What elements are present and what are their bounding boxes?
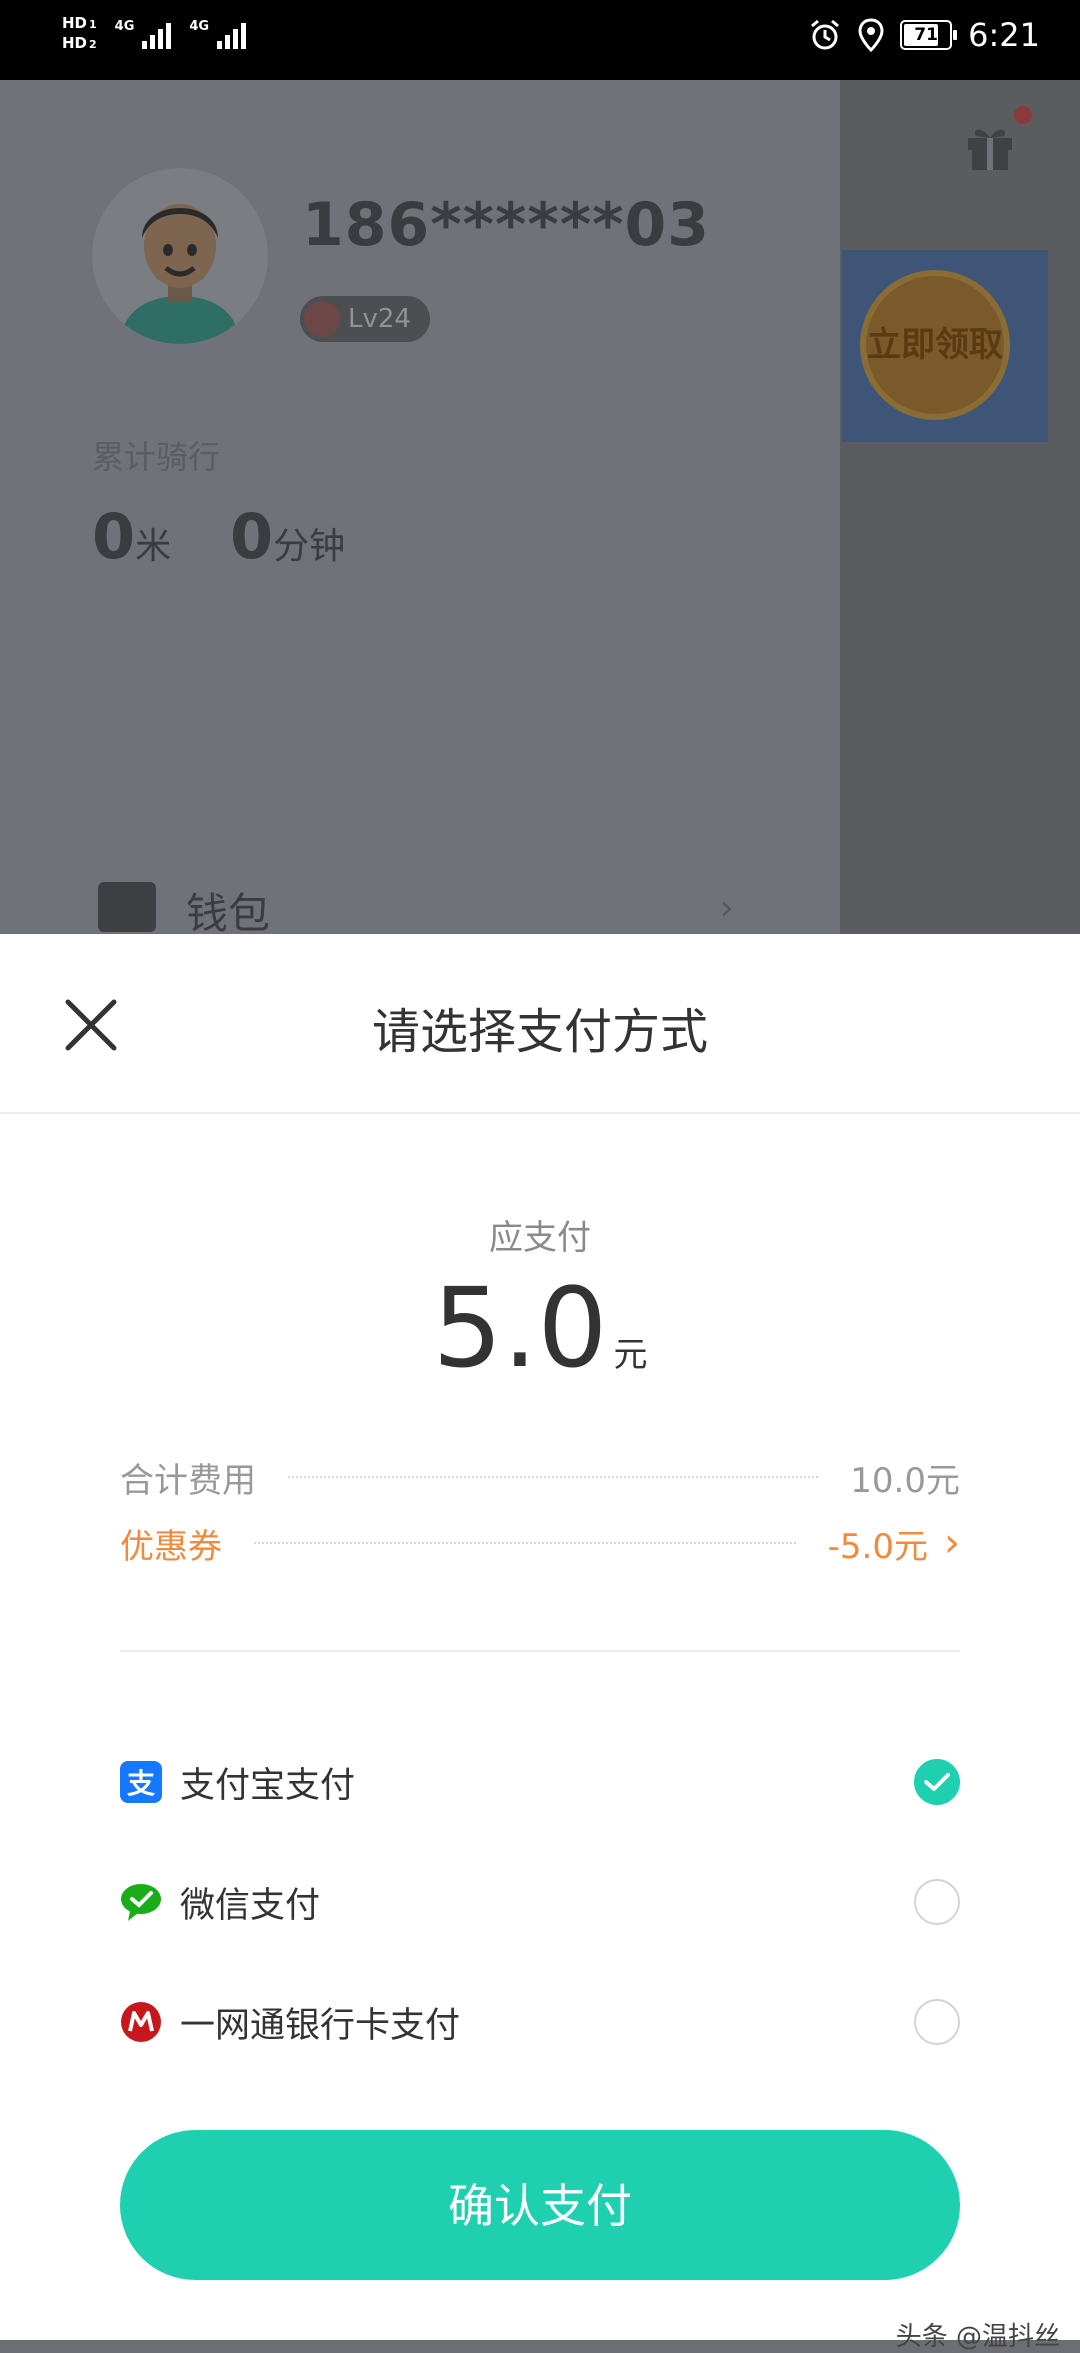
total-row: 合计费用 10.0元	[120, 1452, 960, 1502]
radio-selected[interactable]	[914, 1759, 960, 1805]
divider	[120, 1650, 960, 1652]
hd1-label: HD	[62, 14, 88, 32]
watermark: 头条 @温抖丝	[895, 2322, 1060, 2352]
sheet-title: 请选择支付方式	[371, 1004, 708, 1060]
amount-unit: 元	[613, 1335, 648, 1375]
alipay-icon: 支	[120, 1761, 162, 1803]
hd2-sub: 2	[89, 38, 97, 51]
notification-dot	[1014, 106, 1032, 124]
wallet-label: 钱包	[186, 889, 271, 938]
distance-value: 0	[92, 500, 136, 573]
amount-due-label: 应支付	[489, 1218, 591, 1258]
cumulative-label: 累计骑行	[92, 438, 221, 476]
radio-unselected[interactable]	[914, 1999, 960, 2045]
confirm-payment-button[interactable]: 确认支付	[120, 2130, 960, 2280]
distance-stat: 0米	[92, 500, 171, 573]
total-value: 10.0元	[850, 1460, 960, 1501]
payment-option-label: 微信支付	[180, 1885, 321, 1926]
signal-area: HD 1 HD 2 4G 4G	[62, 14, 247, 54]
status-right: 71 6:21	[808, 16, 1040, 54]
cmb-icon	[120, 2001, 162, 2043]
gift-icon	[968, 129, 1012, 170]
signal-1: 4G	[115, 19, 172, 49]
wechat-icon	[120, 1881, 162, 1923]
check-icon	[924, 1773, 950, 1791]
alarm-icon	[811, 19, 840, 50]
duration-stat: 0分钟	[230, 500, 345, 573]
amount-value: 5.0	[432, 1264, 608, 1392]
hd2-label: HD	[62, 34, 88, 52]
payment-option-alipay[interactable]: 支 支付宝支付	[120, 1752, 960, 1812]
clock: 6:21	[968, 16, 1040, 54]
payment-option-wechat[interactable]: 微信支付	[120, 1872, 960, 1932]
signal-bars-icon	[142, 19, 172, 49]
battery-level: 71	[914, 25, 938, 45]
coupon-value: -5.0元	[827, 1526, 928, 1567]
status-bar: HD 1 HD 2 4G 4G 71 6:21	[0, 0, 1080, 80]
wallet-icon	[98, 882, 156, 932]
signal-2: 4G	[189, 19, 247, 49]
background-map-overlay	[840, 80, 1080, 934]
total-label: 合计费用	[120, 1460, 256, 1501]
signal-bars-icon	[217, 19, 247, 49]
chevron-right-icon: ›	[720, 888, 734, 928]
radio-unselected[interactable]	[914, 1879, 960, 1925]
location-icon	[858, 18, 884, 52]
level-badge: Lv24	[300, 296, 430, 342]
hd-indicators: HD 1 HD 2	[62, 14, 97, 54]
battery-icon: 71	[900, 20, 958, 50]
chevron-right-icon: ›	[944, 1520, 960, 1566]
payment-sheet: 请选择支付方式 应支付 5.0 元 合计费用 10.0元 优惠券 -5.0元 › …	[0, 934, 1080, 2340]
coupon-label: 优惠券	[120, 1526, 222, 1567]
avatar	[92, 168, 268, 344]
user-phone: 186******03	[302, 190, 711, 260]
claim-coin: 立即领取	[860, 270, 1010, 420]
duration-unit: 分钟	[273, 526, 346, 567]
payment-option-cmb[interactable]: 一网通银行卡支付	[120, 1992, 960, 2052]
net2-label: 4G	[189, 19, 210, 34]
duration-value: 0	[230, 500, 274, 573]
level-label: Lv24	[348, 304, 411, 334]
coupon-row[interactable]: 优惠券 -5.0元 ›	[120, 1518, 960, 1568]
net1-label: 4G	[114, 19, 135, 34]
divider	[0, 1112, 1080, 1114]
hd1-sub: 1	[89, 18, 97, 31]
amount-due: 5.0 元	[0, 1264, 1080, 1392]
medal-icon	[304, 301, 340, 337]
distance-unit: 米	[135, 526, 172, 567]
payment-option-label: 一网通银行卡支付	[180, 2005, 461, 2046]
payment-option-label: 支付宝支付	[180, 1765, 356, 1806]
